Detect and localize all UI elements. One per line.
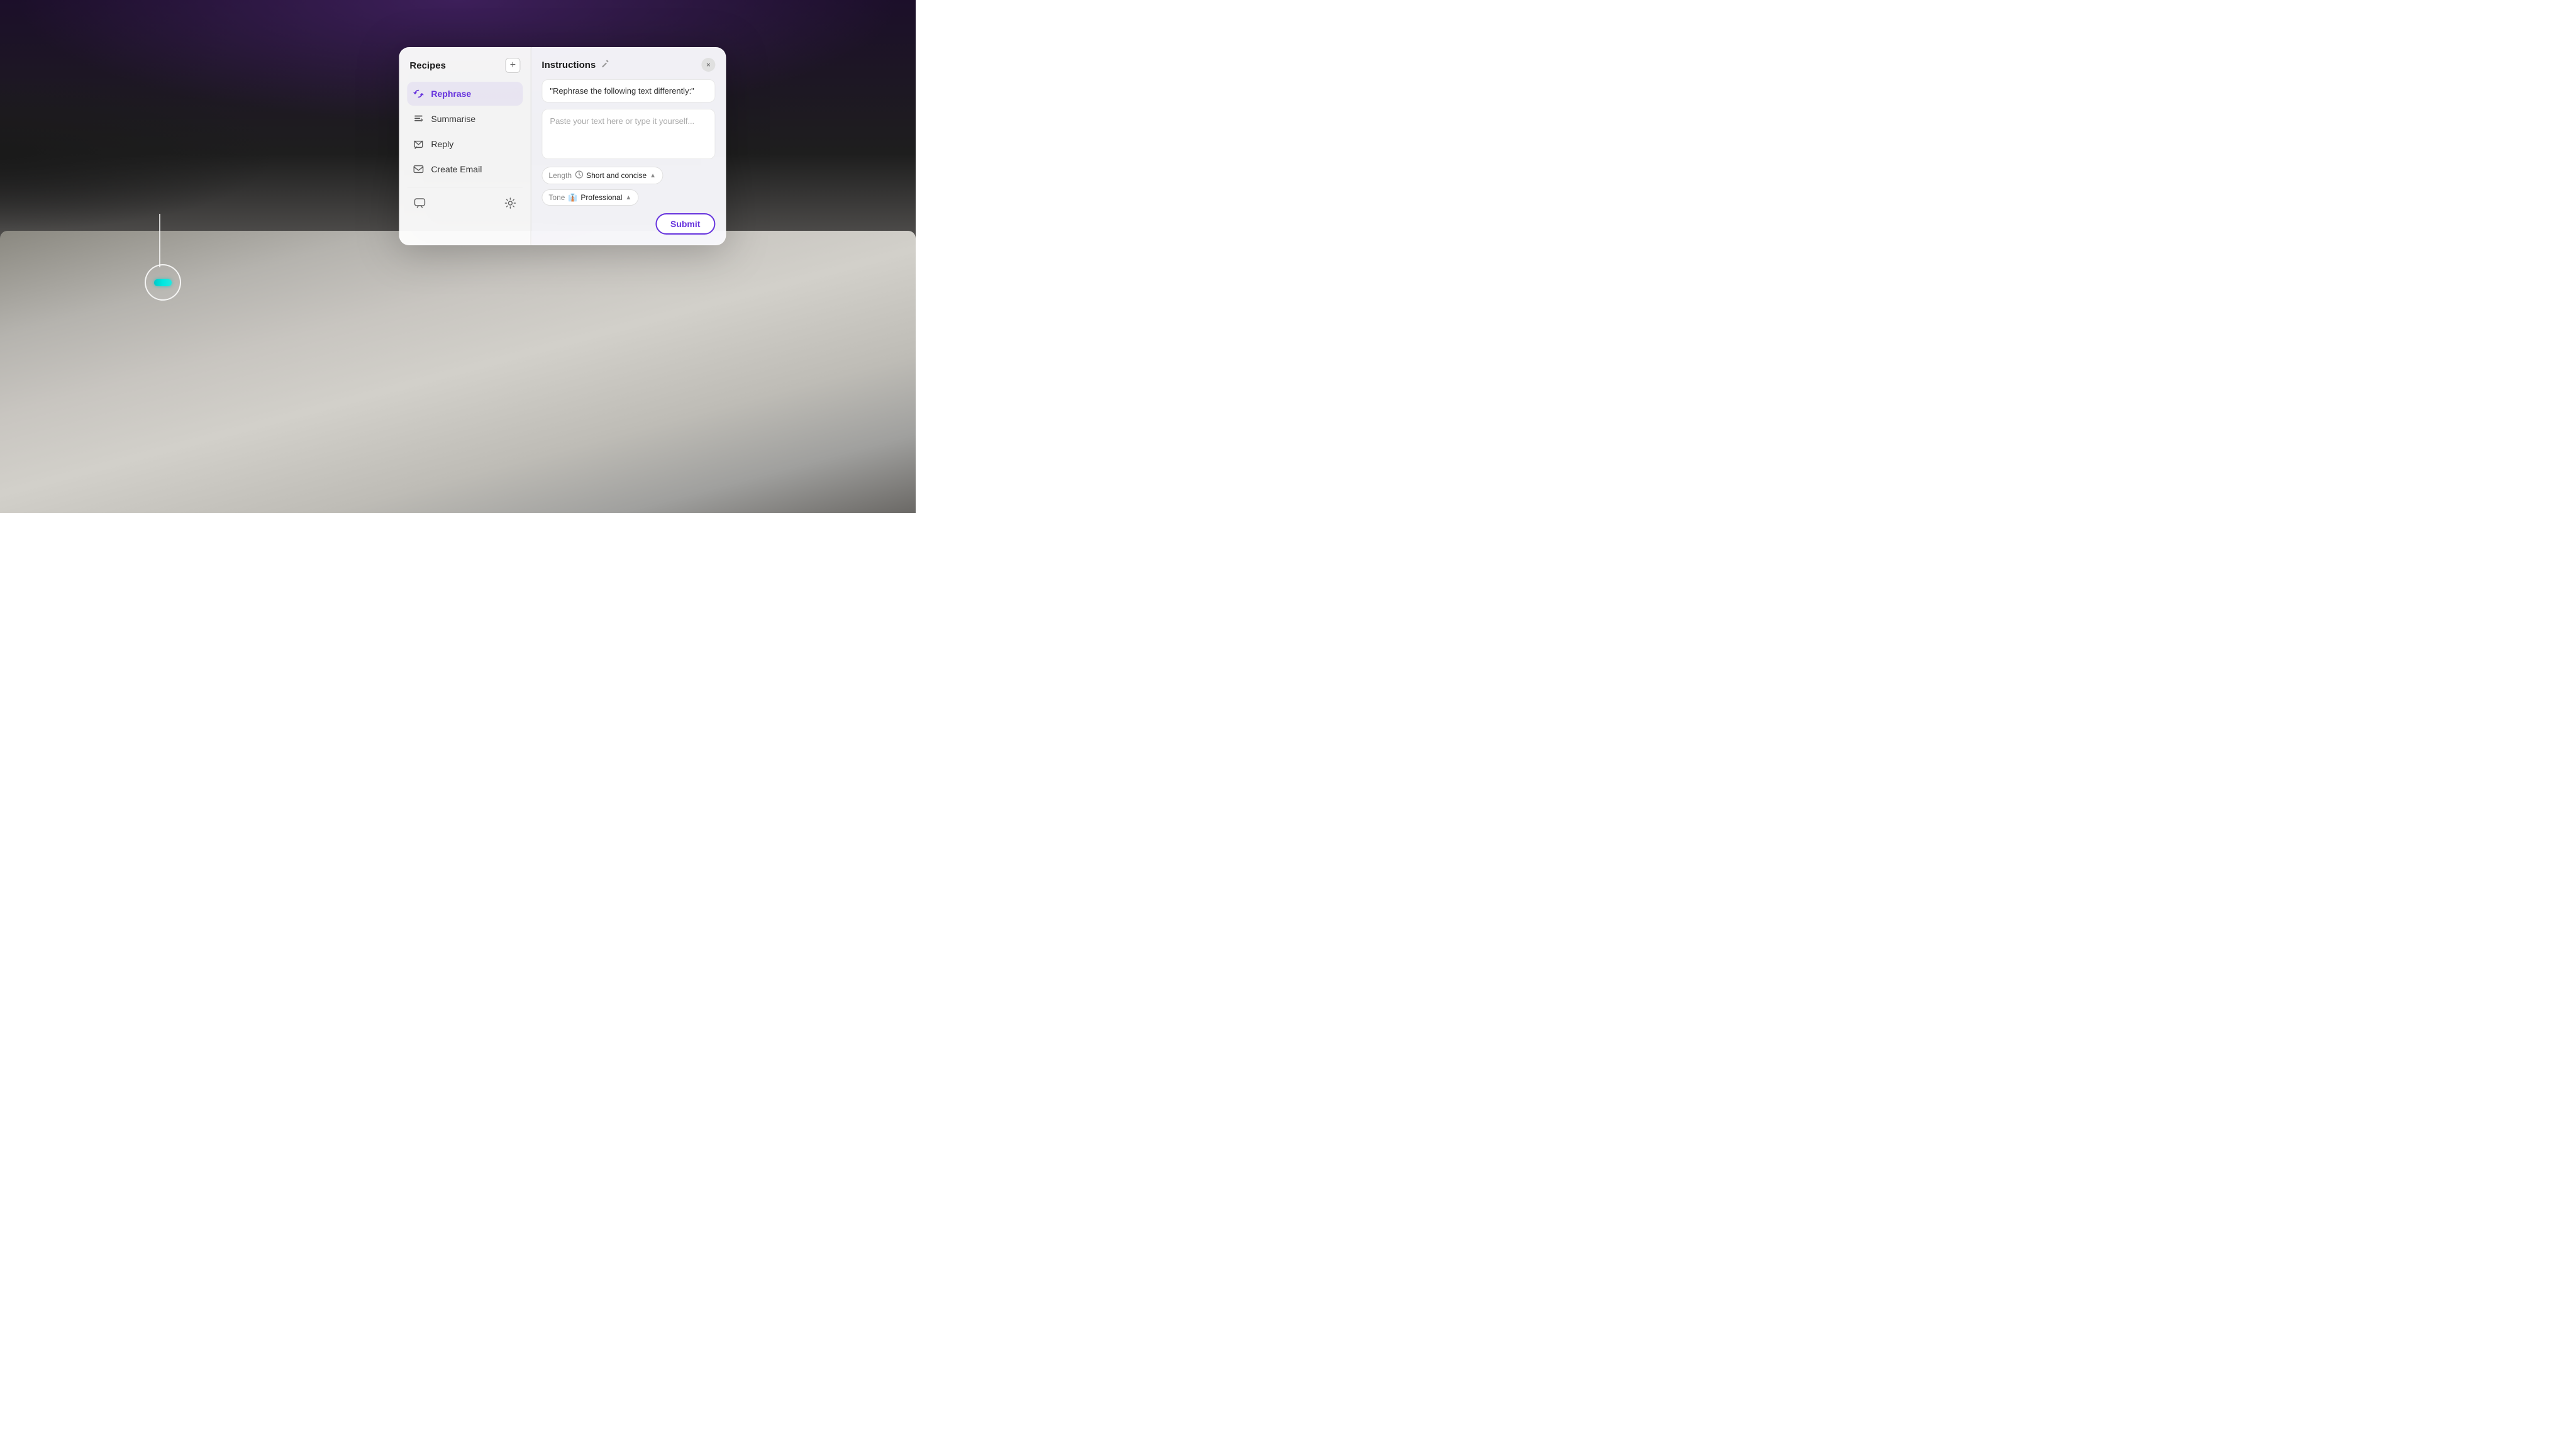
mouse-button-indicator — [145, 264, 181, 301]
recipes-title: Recipes — [409, 60, 446, 71]
length-label: Length — [548, 171, 572, 180]
mousepad — [0, 231, 916, 513]
length-value: Short and concise — [586, 171, 647, 180]
recipe-item-create-email[interactable]: Create Email — [407, 157, 523, 181]
connector-line — [159, 214, 160, 267]
text-placeholder: Paste your text here or type it yourself… — [550, 116, 694, 126]
instruction-prompt-text: "Rephrase the following text differently… — [541, 79, 715, 103]
create-email-label: Create Email — [431, 164, 482, 174]
recipe-item-summarise[interactable]: Summarise — [407, 107, 523, 131]
reply-icon — [412, 138, 425, 150]
recipes-header: Recipes + — [407, 58, 523, 73]
tone-chevron-icon: ▲ — [625, 194, 631, 201]
instructions-title: Instructions — [541, 60, 596, 70]
instructions-header: Instructions × — [541, 58, 715, 72]
add-recipe-button[interactable]: + — [505, 58, 520, 73]
chat-icon-button[interactable] — [409, 193, 430, 213]
recipes-footer — [407, 187, 523, 213]
submit-row: Submit — [541, 213, 715, 235]
tone-option[interactable]: Tone 👔 Professional ▲ — [541, 189, 638, 206]
teal-button — [154, 279, 172, 286]
instructions-title-row: Instructions — [541, 60, 609, 70]
summarise-icon — [412, 113, 425, 125]
recipes-panel: Recipes + Rephrase — [399, 47, 531, 245]
submit-button[interactable]: Submit — [655, 213, 715, 235]
email-icon — [412, 163, 425, 175]
options-row: Length Short and concise ▲ Tone 👔 Profes… — [541, 167, 715, 206]
text-input-area[interactable]: Paste your text here or type it yourself… — [541, 109, 715, 159]
settings-icon-button[interactable] — [500, 193, 520, 213]
recipe-item-rephrase[interactable]: Rephrase — [407, 82, 523, 106]
tone-emoji-icon: 👔 — [568, 193, 577, 202]
length-chevron-icon: ▲ — [650, 172, 656, 179]
edit-icon[interactable] — [601, 60, 609, 70]
ai-assistant-panel: Recipes + Rephrase — [399, 47, 726, 245]
tone-label: Tone — [548, 193, 565, 202]
length-icon — [575, 170, 583, 180]
reply-label: Reply — [431, 139, 453, 149]
instructions-panel: Instructions × "Rephrase the following t… — [531, 47, 726, 245]
tone-value: Professional — [580, 193, 622, 202]
recipe-item-reply[interactable]: Reply — [407, 132, 523, 156]
rephrase-label: Rephrase — [431, 89, 471, 99]
length-option[interactable]: Length Short and concise ▲ — [541, 167, 663, 184]
close-button[interactable]: × — [701, 58, 715, 72]
summarise-label: Summarise — [431, 114, 475, 124]
rephrase-icon — [412, 87, 425, 100]
